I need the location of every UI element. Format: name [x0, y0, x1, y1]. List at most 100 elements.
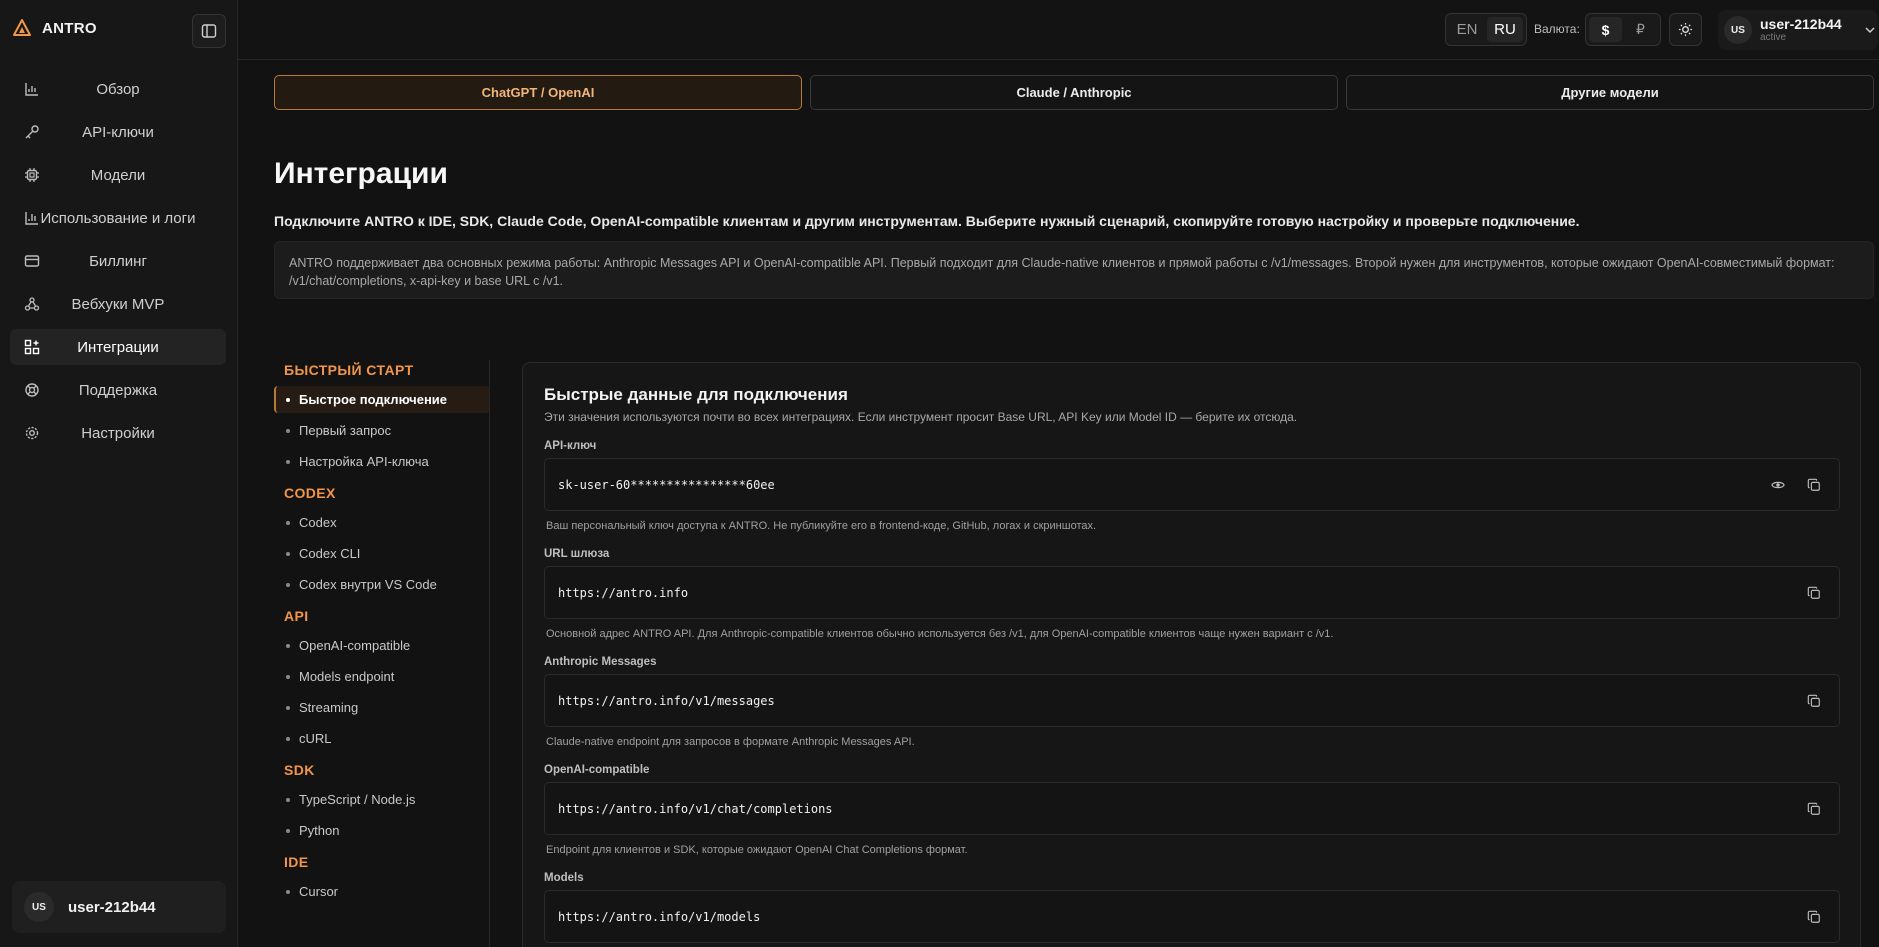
sidebar-item-support[interactable]: Поддержка: [10, 372, 226, 408]
field-help: Endpoint для клиентов и SDK, которые ожи…: [546, 844, 968, 856]
currency-usd-button[interactable]: $: [1589, 17, 1622, 42]
docs-item-streaming[interactable]: Streaming: [274, 694, 490, 721]
currency-rub-button[interactable]: ₽: [1624, 17, 1657, 42]
app-root: ANTRO Обзор API-ключи Модели Использован…: [0, 0, 1879, 947]
page-title: Интеграции: [274, 157, 448, 190]
copy-button[interactable]: [1805, 800, 1823, 818]
field-value: https://antro.info/v1/chat/completions: [558, 801, 833, 816]
docs-item-typescript[interactable]: TypeScript / Node.js: [274, 786, 490, 813]
sidebar-item-label: Биллинг: [89, 252, 147, 270]
api-key-field[interactable]: sk-user-60****************60ee: [544, 458, 1840, 511]
brand-name: ANTRO: [42, 19, 97, 37]
docs-item-label: Настройка API-ключа: [299, 454, 429, 469]
docs-item-label: Codex CLI: [299, 546, 361, 561]
sidebar-item-label: Использование и логи: [40, 209, 196, 227]
language-en-button[interactable]: EN: [1449, 17, 1485, 42]
user-menu-text: user-212b44 active: [1760, 16, 1842, 44]
tab-claude-anthropic[interactable]: Claude / Anthropic: [810, 75, 1338, 110]
sidebar-item-models[interactable]: Модели: [10, 157, 226, 193]
field-anthropic-messages: Anthropic Messages https://antro.info/v1…: [544, 656, 1840, 748]
docs-section-api: API OpenAI-compatible Models endpoint St…: [274, 608, 490, 752]
field-label: Anthropic Messages: [544, 656, 657, 668]
docs-item-curl[interactable]: cURL: [274, 725, 490, 752]
copy-button[interactable]: [1805, 476, 1823, 494]
field-label: OpenAI-compatible: [544, 764, 650, 776]
docs-item-cursor[interactable]: Cursor: [274, 878, 490, 905]
language-switcher: EN RU: [1445, 13, 1527, 46]
sidebar-item-label: Обзор: [96, 80, 140, 98]
currency-label: Валюта:: [1534, 22, 1580, 36]
user-status: active: [1760, 32, 1787, 43]
gear-icon: [25, 426, 39, 440]
card-title: Быстрые данные для подключения: [544, 385, 848, 404]
docs-item-codex[interactable]: Codex: [274, 509, 490, 536]
field-label: API-ключ: [544, 440, 597, 452]
sidebar-user-card[interactable]: US user-212b44: [12, 881, 226, 933]
sidebar-item-overview[interactable]: Обзор: [10, 71, 226, 107]
bullet: [286, 397, 290, 402]
avatar: US: [1724, 16, 1752, 44]
card-subtitle: Эти значения используются почти во всех …: [544, 410, 1298, 424]
field-api-key: API-ключ sk-user-60****************60ee …: [544, 440, 1840, 532]
sidebar-item-billing[interactable]: Биллинг: [10, 243, 226, 279]
docs-item-models-endpoint[interactable]: Models endpoint: [274, 663, 490, 690]
copy-icon: [1807, 910, 1820, 923]
bullet: [286, 428, 290, 433]
docs-item-codex-vscode[interactable]: Codex внутри VS Code: [274, 571, 490, 598]
sidebar-toggle-button[interactable]: [192, 14, 226, 48]
field-value: https://antro.info/v1/models: [558, 909, 761, 924]
sidebar-item-usage[interactable]: Использование и логи: [10, 200, 226, 236]
openai-compatible-field[interactable]: https://antro.info/v1/chat/completions: [544, 782, 1840, 835]
docs-section-title: CODEX: [284, 485, 336, 501]
docs-item-first-request[interactable]: Первый запрос: [274, 417, 490, 444]
field-openai-compatible: OpenAI-compatible https://antro.info/v1/…: [544, 764, 1840, 856]
anthropic-messages-field[interactable]: https://antro.info/v1/messages: [544, 674, 1840, 727]
sidebar-item-webhooks[interactable]: Вебхуки MVP: [10, 286, 226, 322]
theme-toggle-button[interactable]: [1669, 13, 1702, 46]
avatar: US: [24, 892, 54, 922]
docs-item-api-key-setup[interactable]: Настройка API-ключа: [274, 448, 490, 475]
docs-section-title: IDE: [284, 854, 309, 870]
models-field[interactable]: https://antro.info/v1/models: [544, 890, 1840, 943]
copy-button[interactable]: [1805, 692, 1823, 710]
docs-section-title: SDK: [284, 762, 315, 778]
field-value: sk-user-60****************60ee: [558, 477, 775, 492]
docs-item-label: Быстрое подключение: [299, 392, 448, 407]
docs-item-python[interactable]: Python: [274, 817, 490, 844]
bullet: [286, 705, 290, 710]
copy-button[interactable]: [1805, 584, 1823, 602]
docs-section-ide: IDE Cursor: [274, 854, 490, 905]
docs-item-label: Codex: [299, 515, 337, 530]
tab-chatgpt-openai[interactable]: ChatGPT / OpenAI: [274, 75, 802, 110]
provider-tabs: ChatGPT / OpenAI Claude / Anthropic Друг…: [274, 75, 1874, 110]
docs-nav: БЫСТРЫЙ СТАРТ Быстрое подключение Первый…: [274, 360, 490, 915]
sidebar-item-label: API-ключи: [82, 123, 154, 141]
card-icon: [24, 255, 40, 267]
panel-left-icon: [201, 24, 217, 38]
field-label: URL шлюза: [544, 548, 610, 560]
language-ru-button[interactable]: RU: [1487, 17, 1523, 42]
docs-item-openai-compatible[interactable]: OpenAI-compatible: [274, 632, 490, 659]
chevron-down-icon: [1865, 27, 1875, 34]
tab-other-models[interactable]: Другие модели: [1346, 75, 1874, 110]
field-models: Models https://antro.info/v1/models: [544, 872, 1840, 943]
reveal-key-button[interactable]: [1769, 476, 1787, 494]
lifebuoy-icon: [25, 383, 39, 397]
sidebar-item-api-keys[interactable]: API-ключи: [10, 114, 226, 150]
sidebar-item-integrations[interactable]: Интеграции: [10, 329, 226, 365]
sidebar-item-settings[interactable]: Настройки: [10, 415, 226, 451]
sidebar: ANTRO Обзор API-ключи Модели Использован…: [0, 0, 238, 947]
bullet: [286, 459, 290, 464]
field-value: https://antro.info/v1/messages: [558, 693, 775, 708]
gateway-url-field[interactable]: https://antro.info: [544, 566, 1840, 619]
bullet: [286, 551, 290, 556]
bullet: [286, 582, 290, 587]
copy-button[interactable]: [1805, 908, 1823, 926]
field-label: Models: [544, 872, 584, 884]
user-menu-button[interactable]: US user-212b44 active: [1718, 10, 1878, 50]
sidebar-item-label: Настройки: [81, 424, 155, 442]
copy-icon: [1807, 802, 1820, 815]
docs-item-quick-connect[interactable]: Быстрое подключение: [274, 386, 490, 413]
docs-item-codex-cli[interactable]: Codex CLI: [274, 540, 490, 567]
brand[interactable]: ANTRO: [12, 18, 97, 38]
